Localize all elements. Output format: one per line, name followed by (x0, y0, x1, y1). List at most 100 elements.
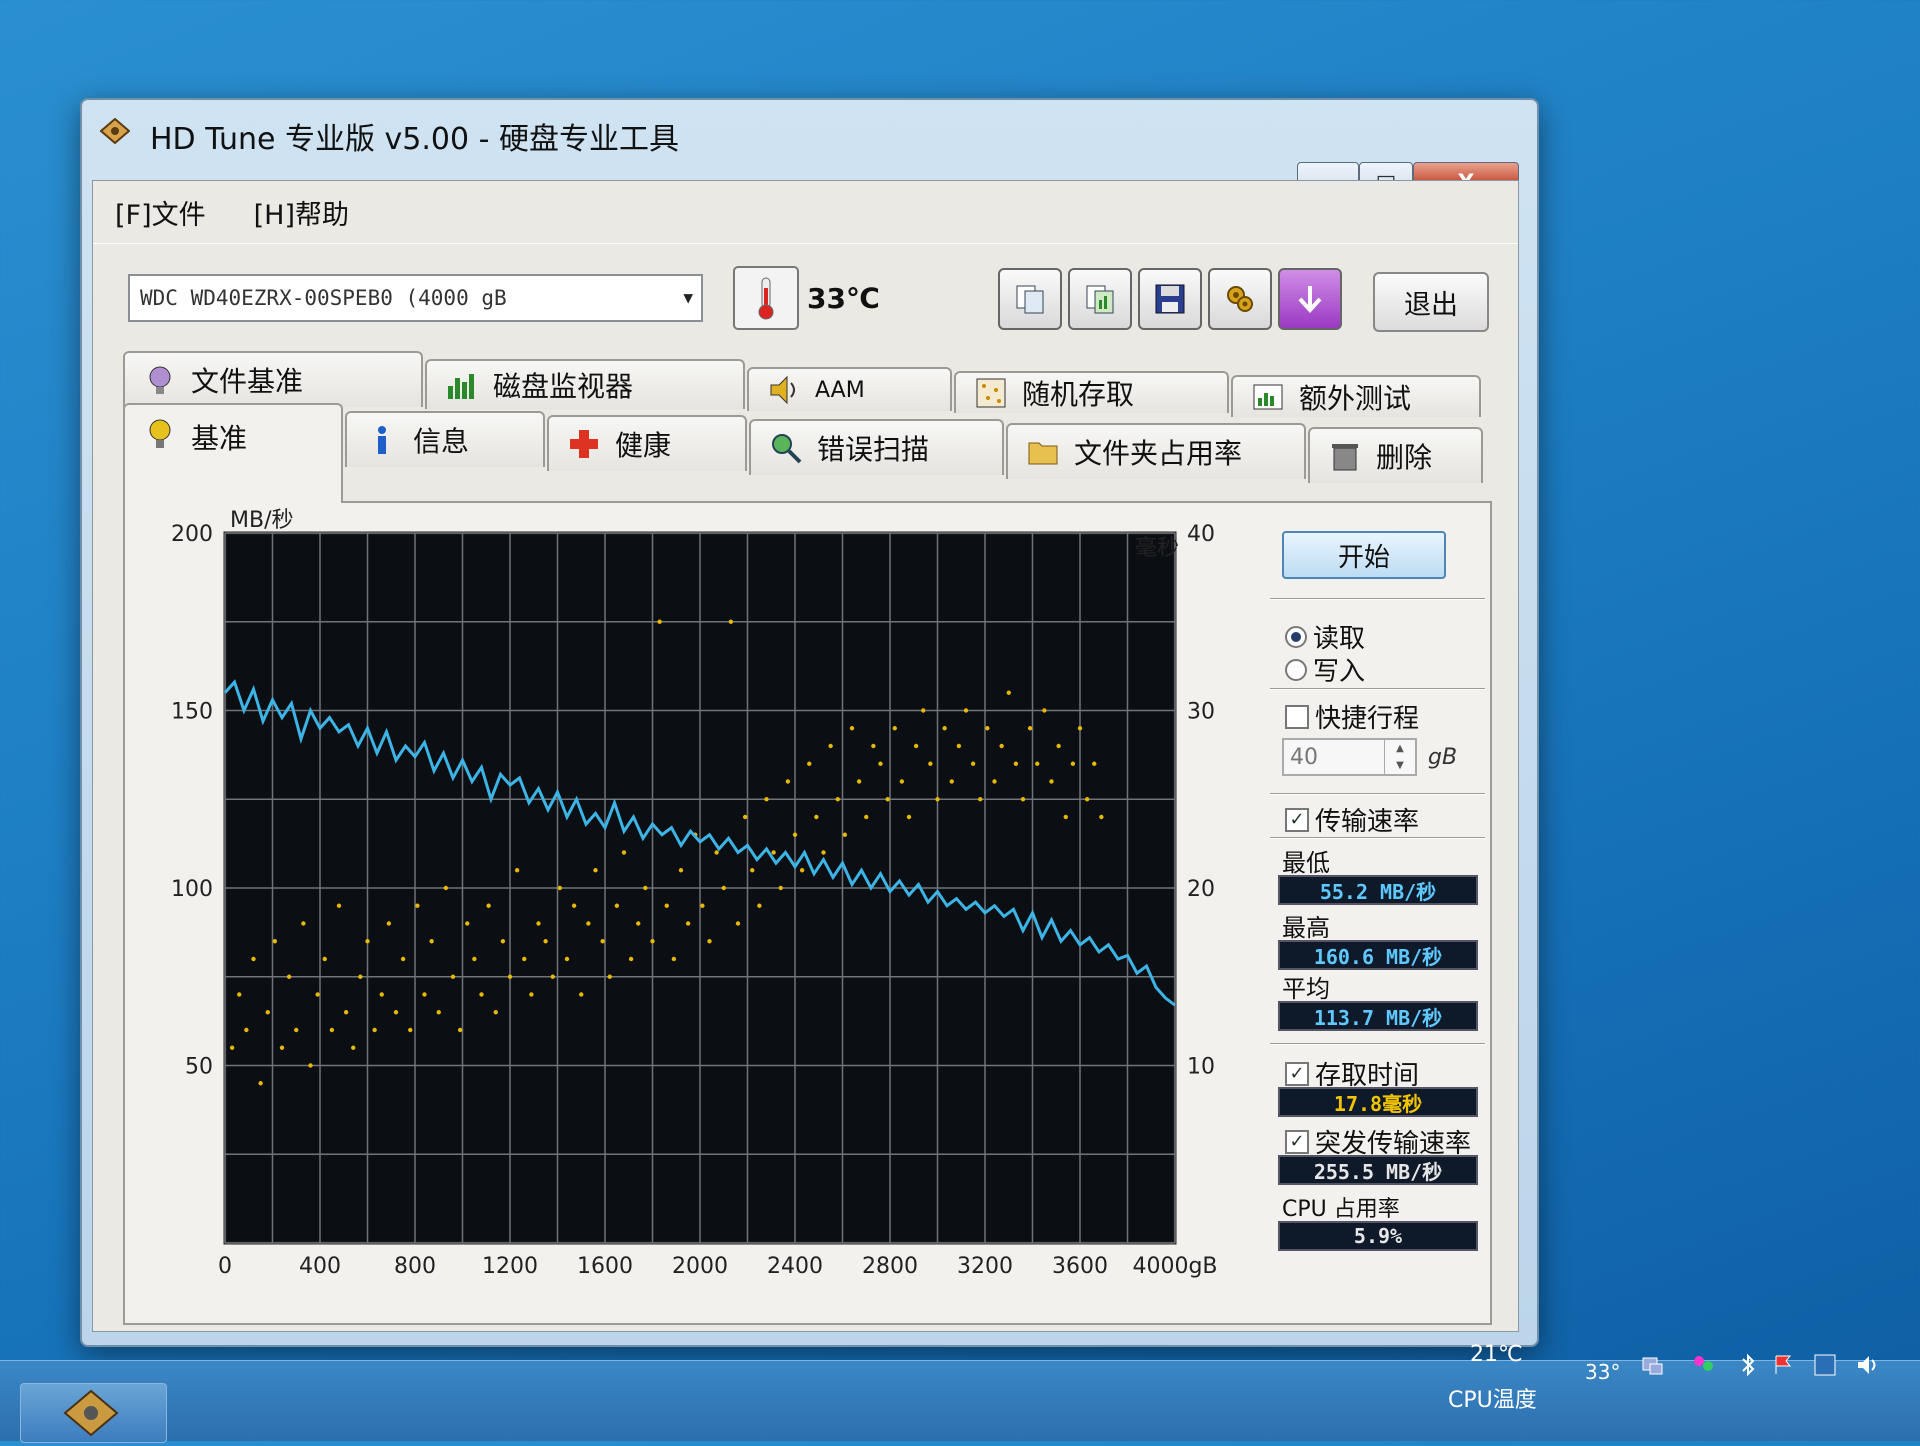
start-button[interactable]: 开始 (1282, 531, 1446, 579)
x-tick-label: 2800 (862, 1254, 918, 1279)
benchmark-panel: 0 400 800 1200 1600 2000 2400 2800 3200 3600 4000g… (123, 501, 1492, 1325)
access-time-point (244, 1027, 249, 1033)
info-icon (378, 426, 386, 454)
divider (1270, 598, 1485, 600)
access-time-point (1006, 690, 1011, 695)
magnifier-icon (772, 434, 802, 464)
thermometer-icon (733, 266, 799, 330)
access-time-point (593, 868, 598, 873)
users-icon[interactable] (1690, 1352, 1716, 1378)
access-time-point (942, 726, 947, 731)
access-time-point (792, 832, 798, 837)
write-radio[interactable]: 写入 (1285, 651, 1365, 688)
network-icon[interactable] (1640, 1352, 1666, 1378)
bar-chart-icon (448, 374, 474, 399)
access-time-point (400, 956, 406, 962)
shortstroke-checkbox[interactable]: 快捷行程 (1285, 698, 1419, 735)
tab-extra-tests[interactable]: 额外测试 (1231, 375, 1481, 417)
x-tick-label: 400 (299, 1254, 341, 1279)
access-time-point (386, 921, 392, 926)
access-time-point (486, 903, 491, 908)
access-time-point (735, 921, 741, 926)
menu-file[interactable]: [F]文件 (115, 193, 206, 232)
toolbar: WDC WD40EZRX-00SPEB0 (4000 gB ▼ 33℃ 退出 (93, 243, 1518, 349)
tab-disk-monitor[interactable]: 磁盘监视器 (425, 359, 745, 409)
exit-button[interactable]: 退出 (1373, 272, 1489, 332)
transfer-rate-checkbox[interactable]: ✓ 传输速率 (1285, 801, 1419, 838)
tab-label: 磁盘监视器 (493, 370, 634, 403)
access-time-point (614, 903, 620, 908)
tab-folder-usage[interactable]: 文件夹占用率 (1006, 423, 1306, 479)
access-time-point (579, 992, 584, 997)
drive-select[interactable]: WDC WD40EZRX-00SPEB0 (4000 gB ▼ (128, 274, 703, 322)
access-time-point (885, 797, 890, 802)
access-time-point (472, 956, 477, 962)
copy-screenshot-button[interactable] (1068, 268, 1132, 330)
volume-icon[interactable] (1855, 1352, 1881, 1378)
x-tick-label: 1200 (482, 1254, 538, 1279)
tab-error-scan[interactable]: 错误扫描 (749, 419, 1004, 475)
access-time-point (543, 939, 548, 944)
tab-random-access[interactable]: 随机存取 (954, 371, 1229, 413)
x-tick-label: 3200 (957, 1254, 1013, 1279)
options-button[interactable] (1208, 268, 1272, 330)
tab-file-benchmark[interactable]: 文件基准 (123, 351, 423, 407)
hdd-icon (63, 1389, 119, 1437)
tab-label: 额外测试 (1299, 382, 1412, 415)
access-time-point (1027, 726, 1033, 731)
access-time-point (422, 992, 427, 997)
menu-help[interactable]: [H]帮助 (254, 193, 349, 232)
access-time-point (835, 797, 840, 802)
access-time-point (892, 726, 897, 731)
flag-icon[interactable] (1770, 1352, 1796, 1378)
x-tick-label: 2400 (767, 1254, 823, 1279)
access-time-point (856, 779, 862, 784)
access-time-point (479, 992, 484, 997)
arrow-down-icon (1298, 286, 1322, 313)
read-radio[interactable]: 读取 (1285, 618, 1365, 655)
tab-label: 随机存取 (1022, 378, 1135, 411)
access-time-point (450, 974, 456, 979)
tab-label: 基准 (191, 422, 248, 455)
drive-select-value: WDC WD40EZRX-00SPEB0 (4000 gB (140, 286, 507, 310)
benchmark-controls: 开始 读取 写入 快捷行程 40 ▲ ▼ gB ✓ 传输速率 最低 55.2 M… (1270, 503, 1485, 1313)
save-button[interactable] (1138, 268, 1202, 330)
copy-info-button[interactable] (998, 268, 1062, 330)
access-time-point (571, 903, 577, 908)
title-bar[interactable]: HD Tune 专业版 v5.00 - 硬盘专业工具 — □ X (82, 100, 1537, 204)
access-time-point (814, 814, 819, 820)
benchmark-chart: 0 400 800 1200 1600 2000 2400 2800 3200 3600 4000g… (171, 508, 1218, 1279)
tray-cpu-temp-value: 21℃ (1470, 1342, 1523, 1367)
access-time-point (351, 1045, 356, 1050)
bluetooth-icon[interactable] (1735, 1352, 1761, 1378)
monitor-icon[interactable] (1812, 1352, 1838, 1378)
access-time-point (465, 921, 470, 926)
copy-icon (1016, 285, 1044, 314)
access-time-point (279, 1045, 285, 1050)
access-time-point (621, 850, 627, 855)
access-time-point (978, 797, 983, 802)
tab-aam[interactable]: AAM (747, 367, 952, 411)
shortstroke-spinner[interactable]: 40 ▲ ▼ (1282, 738, 1417, 776)
spinner-arrows[interactable]: ▲ ▼ (1384, 740, 1415, 774)
max-label: 最高 (1282, 914, 1330, 942)
access-time-point (1049, 779, 1054, 784)
access-time-point (671, 956, 677, 962)
access-time-point (1077, 726, 1083, 731)
download-button[interactable] (1278, 268, 1342, 330)
tab-health[interactable]: 健康 (547, 415, 747, 471)
taskbar-hdtune-button[interactable] (20, 1383, 167, 1443)
access-time-point (265, 1010, 270, 1015)
access-time-point (985, 726, 990, 731)
checkbox-empty-icon (1285, 704, 1309, 729)
access-time-point (636, 921, 641, 926)
tab-benchmark[interactable]: 基准 (123, 403, 343, 503)
access-time-point (778, 885, 783, 891)
tab-info[interactable]: 信息 (345, 411, 545, 467)
tab-strip: 文件基准 磁盘监视器 AAM 随机存取 额外测试 基准 信息 健康 错误扫描 文… (123, 351, 1488, 503)
tab-erase[interactable]: 删除 (1308, 427, 1483, 483)
min-label: 最低 (1282, 849, 1330, 877)
chevron-up-icon: ▲ (1396, 743, 1404, 754)
access-time-point (1092, 761, 1097, 766)
tray-cpu-temp-label: CPU温度 (1448, 1388, 1537, 1413)
